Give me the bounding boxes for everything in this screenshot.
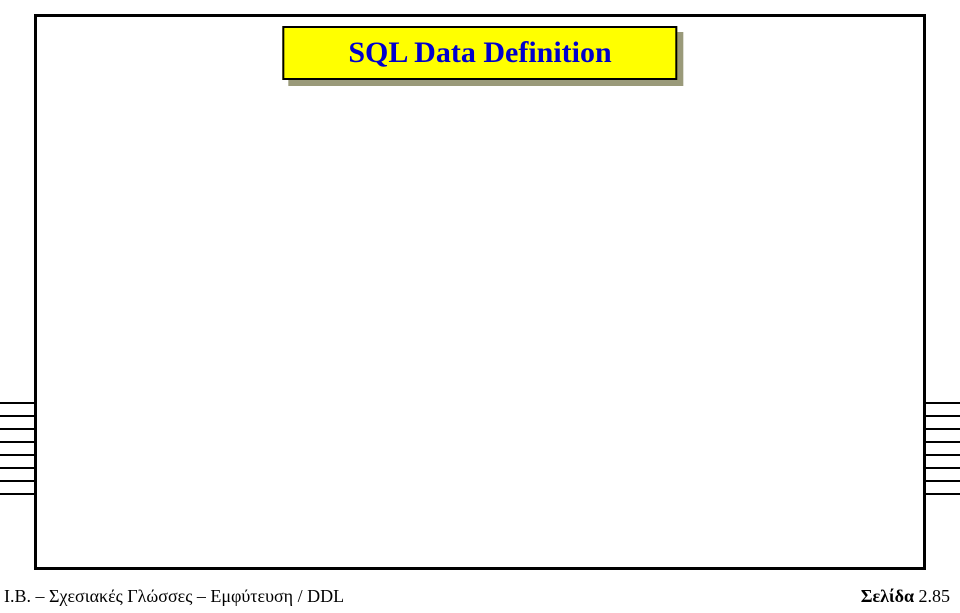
right-decor-lines: [926, 402, 960, 506]
footer-right: Σελίδα 2.85: [861, 586, 950, 607]
slide: SQL Data Definition Η Γλώσσα Ορισμού (DD…: [0, 0, 960, 613]
slide-title: SQL Data Definition: [348, 36, 611, 70]
footer-left: Ι.Β. – Σχεσιακές Γλώσσες – Εμφύτευση / D…: [4, 586, 344, 607]
title-box: SQL Data Definition: [282, 26, 677, 80]
footer: Ι.Β. – Σχεσιακές Γλώσσες – Εμφύτευση / D…: [4, 586, 950, 607]
left-decor-lines: [0, 402, 34, 506]
slide-frame: [34, 14, 926, 570]
